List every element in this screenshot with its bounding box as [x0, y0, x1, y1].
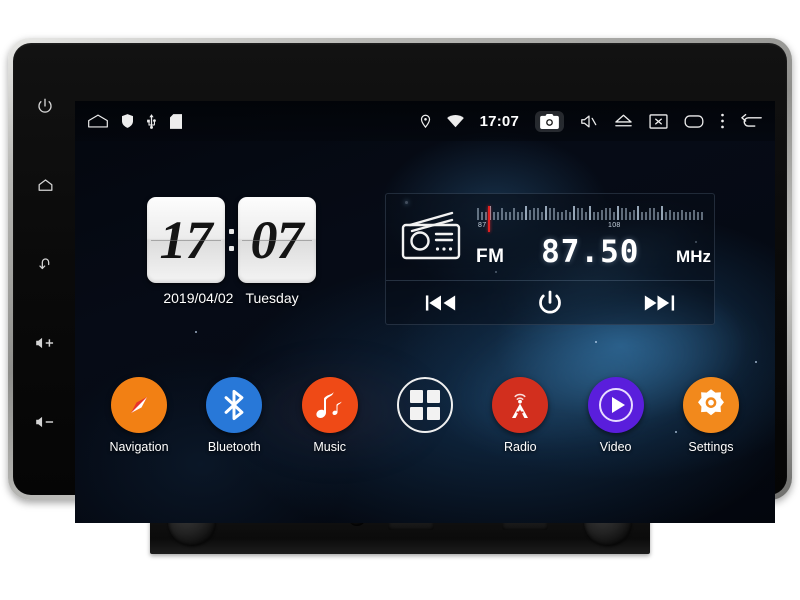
app-drawer-circle[interactable]: [396, 377, 453, 433]
device-inner-frame: 17:07 17 07 2019/04/02 Tuesday 87 108 FM…: [13, 43, 787, 523]
wallpaper-star: [595, 341, 597, 343]
head-unit-device: 17:07 17 07 2019/04/02 Tuesday 87 108 FM…: [0, 0, 800, 600]
app-item-bluetooth[interactable]: Bluetooth: [190, 377, 278, 454]
video-app-circle[interactable]: [587, 377, 644, 433]
radio-widget-top: 87 108 FM 87.50 MHz: [386, 194, 714, 280]
status-bar-right-group: 17:07: [420, 110, 763, 132]
radio-unit-label: MHz: [676, 247, 711, 266]
status-bar-clock: 17:07: [479, 112, 519, 130]
bluetooth-app-circle[interactable]: [206, 377, 263, 433]
status-bar: 17:07: [75, 101, 775, 141]
eject-icon[interactable]: [614, 114, 633, 128]
device-outer-bezel: 17:07 17 07 2019/04/02 Tuesday 87 108 FM…: [8, 38, 792, 523]
radio-controls: [386, 281, 714, 325]
sdcard-icon: [170, 113, 182, 129]
wallpaper-star: [755, 361, 757, 363]
volume-up-key[interactable]: [28, 326, 62, 360]
app-label-navigation: Navigation: [109, 440, 169, 454]
radio-frequency-readout: FM 87.50 MHz: [476, 234, 711, 270]
tuning-scale-min-label: 87: [478, 222, 487, 229]
bluetooth-icon: [224, 389, 244, 421]
hardware-key-column: [23, 89, 67, 439]
radio-band-label: FM: [476, 246, 505, 267]
radio-receiver-icon: [400, 209, 462, 261]
app-label-video: Video: [599, 440, 632, 454]
volume-down-key[interactable]: [28, 405, 62, 439]
app-label-radio: Radio: [503, 440, 537, 454]
gear-icon: [697, 389, 724, 416]
camera-icon[interactable]: [535, 110, 564, 132]
overflow-menu-icon[interactable]: [720, 113, 725, 129]
tuning-scale[interactable]: 87 108: [476, 204, 704, 234]
apps-grid-icon: [409, 390, 440, 420]
prev-station-button[interactable]: [424, 294, 458, 312]
play-circle-icon: [598, 388, 633, 422]
clock-colon: [228, 229, 235, 251]
shield-icon: [122, 114, 133, 128]
flip-clock-row: 17 07: [141, 197, 321, 283]
status-bar-left-group: [87, 113, 182, 129]
clock-hours-card: 17: [146, 197, 225, 283]
compass-icon: [131, 397, 147, 413]
clock-subtitle: 2019/04/02 Tuesday: [141, 290, 321, 306]
app-item-music[interactable]: Music: [286, 377, 374, 454]
music-note-icon: [316, 391, 342, 418]
wifi-icon: [446, 114, 464, 128]
app-label-settings: Settings: [688, 440, 734, 454]
location-pin-icon: [420, 114, 431, 128]
app-item-settings[interactable]: Settings: [667, 377, 755, 454]
app-item-app-drawer[interactable]: [381, 377, 469, 440]
clock-minutes-card: 07: [237, 197, 316, 283]
recents-icon[interactable]: [684, 114, 704, 128]
home-icon[interactable]: [87, 113, 109, 129]
clock-weekday: Tuesday: [245, 290, 299, 306]
radio-power-button[interactable]: [535, 288, 565, 318]
tuning-needle: [488, 206, 490, 232]
next-station-button[interactable]: [642, 294, 676, 312]
back-key[interactable]: [28, 247, 62, 281]
tuning-scale-ticks: [477, 206, 703, 220]
flip-clock-widget[interactable]: 17 07 2019/04/02 Tuesday: [141, 197, 321, 306]
wallpaper-star: [195, 331, 197, 333]
power-key[interactable]: [28, 89, 62, 123]
radio-app-circle[interactable]: [492, 377, 549, 433]
app-item-navigation[interactable]: Navigation: [95, 377, 183, 454]
back-arrow-icon[interactable]: [741, 113, 763, 129]
app-dock: Navigation Bluetooth Music Radio Video S…: [95, 377, 755, 454]
settings-app-circle[interactable]: [682, 377, 739, 433]
navigation-app-circle[interactable]: [111, 377, 167, 433]
touchscreen[interactable]: 17:07 17 07 2019/04/02 Tuesday 87 108 FM…: [75, 101, 775, 523]
screen-off-icon[interactable]: [649, 113, 668, 129]
clock-date: 2019/04/02: [163, 290, 234, 306]
radio-tower-icon: [512, 393, 529, 418]
radio-frequency-value: 87.50: [541, 234, 640, 270]
tuning-scale-max-label: 108: [608, 222, 621, 229]
app-label-music: Music: [313, 440, 346, 454]
radio-widget[interactable]: 87 108 FM 87.50 MHz: [385, 193, 715, 325]
mute-icon[interactable]: [580, 114, 598, 129]
home-key[interactable]: [28, 168, 62, 202]
app-item-radio[interactable]: Radio: [476, 377, 564, 454]
app-label-bluetooth: Bluetooth: [207, 440, 261, 454]
app-item-video[interactable]: Video: [572, 377, 660, 454]
clock-minutes: 07: [250, 210, 304, 270]
clock-hours: 17: [159, 210, 213, 270]
music-app-circle[interactable]: [301, 377, 358, 433]
usb-icon: [146, 113, 157, 129]
